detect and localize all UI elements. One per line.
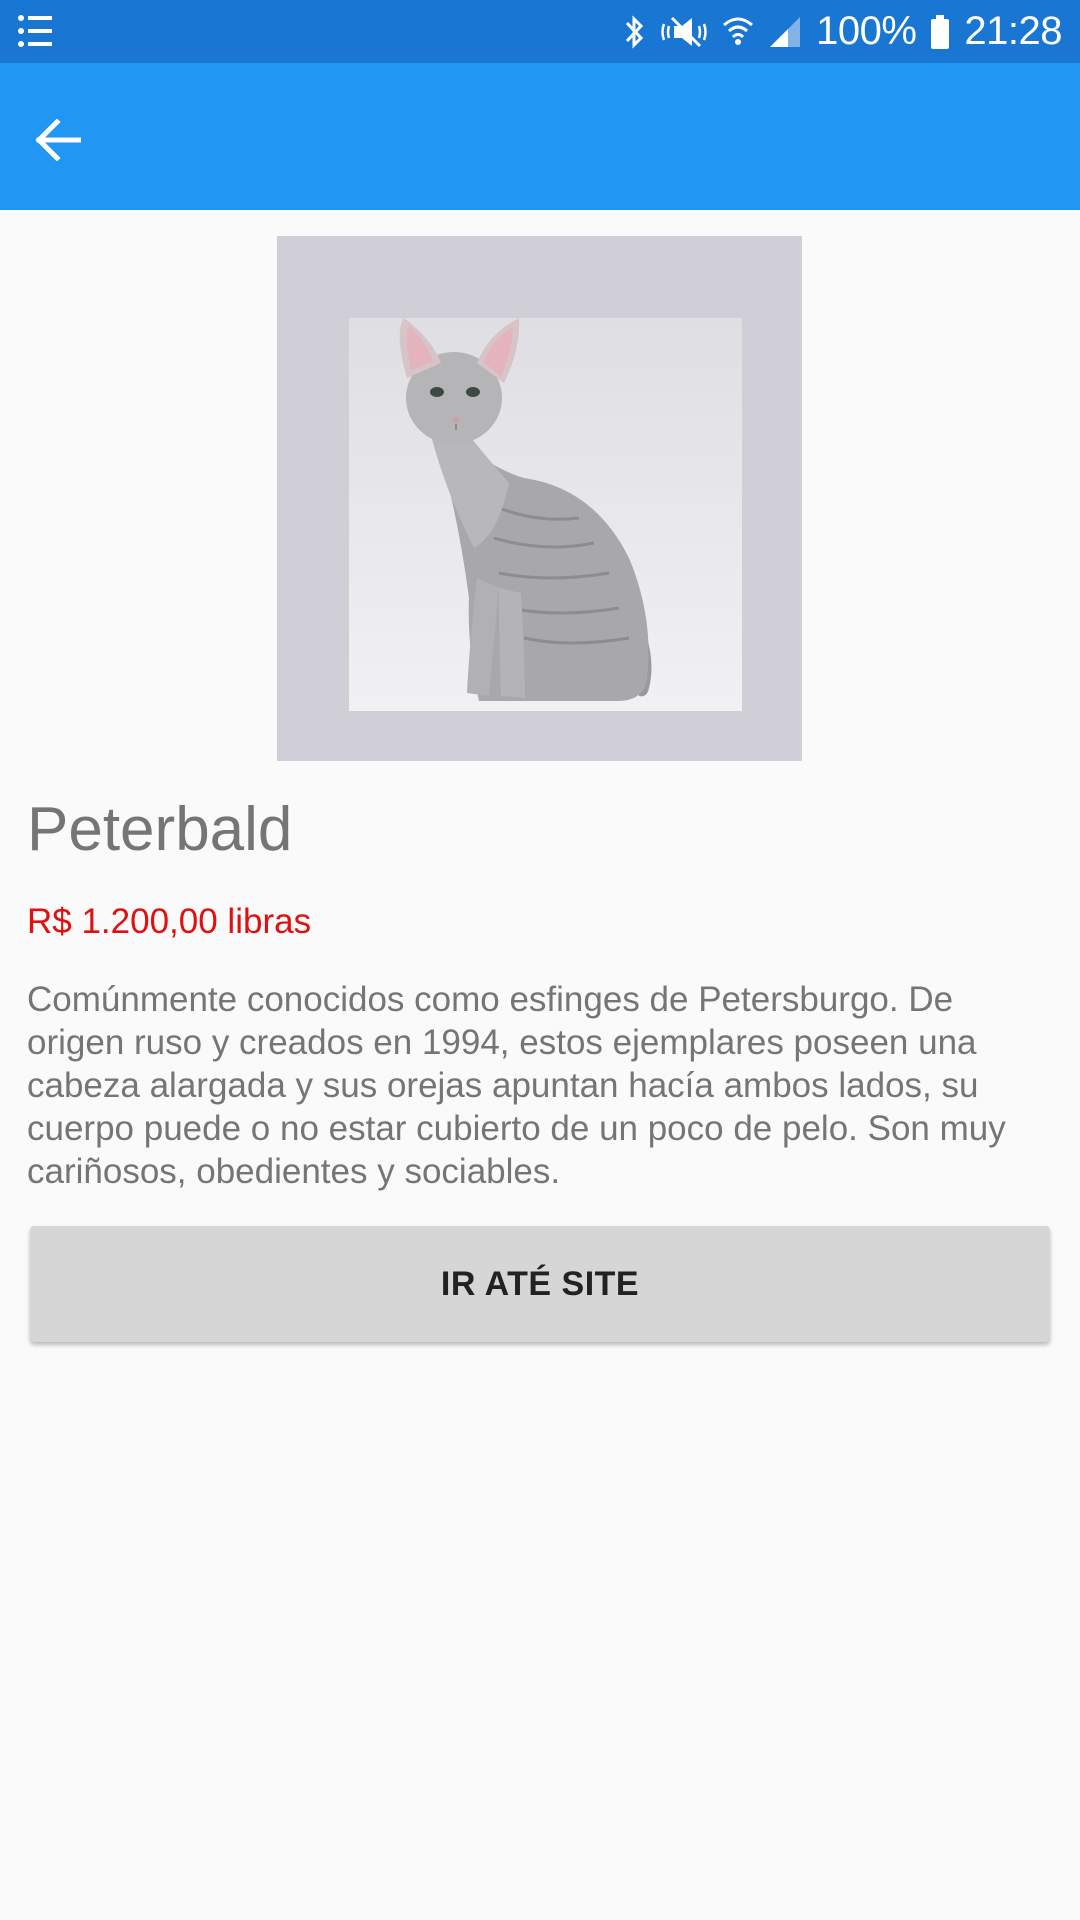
product-price: R$ 1.200,00 libras (27, 902, 312, 941)
go-to-site-button[interactable]: IR ATÉ SITE (30, 1226, 1050, 1342)
cat-photo (349, 318, 742, 711)
battery-icon (930, 14, 950, 49)
product-title: Peterbald (27, 795, 293, 864)
back-button[interactable] (18, 100, 98, 180)
product-image-frame (277, 236, 802, 761)
product-description: Comúnmente conocidos como esfinges de Pe… (27, 980, 1006, 1191)
status-bar: 100% 21:28 (0, 0, 1080, 63)
clock: 21:28 (964, 9, 1062, 53)
mute-icon (660, 14, 708, 50)
battery-percent: 100% (816, 9, 917, 53)
list-icon (18, 14, 54, 53)
status-icons: 100% 21:28 (624, 0, 1062, 63)
bluetooth-icon (624, 14, 646, 50)
arrow-left-icon (35, 119, 81, 161)
signal-icon (768, 15, 802, 49)
wifi-icon (722, 15, 754, 49)
app-bar (0, 63, 1080, 210)
